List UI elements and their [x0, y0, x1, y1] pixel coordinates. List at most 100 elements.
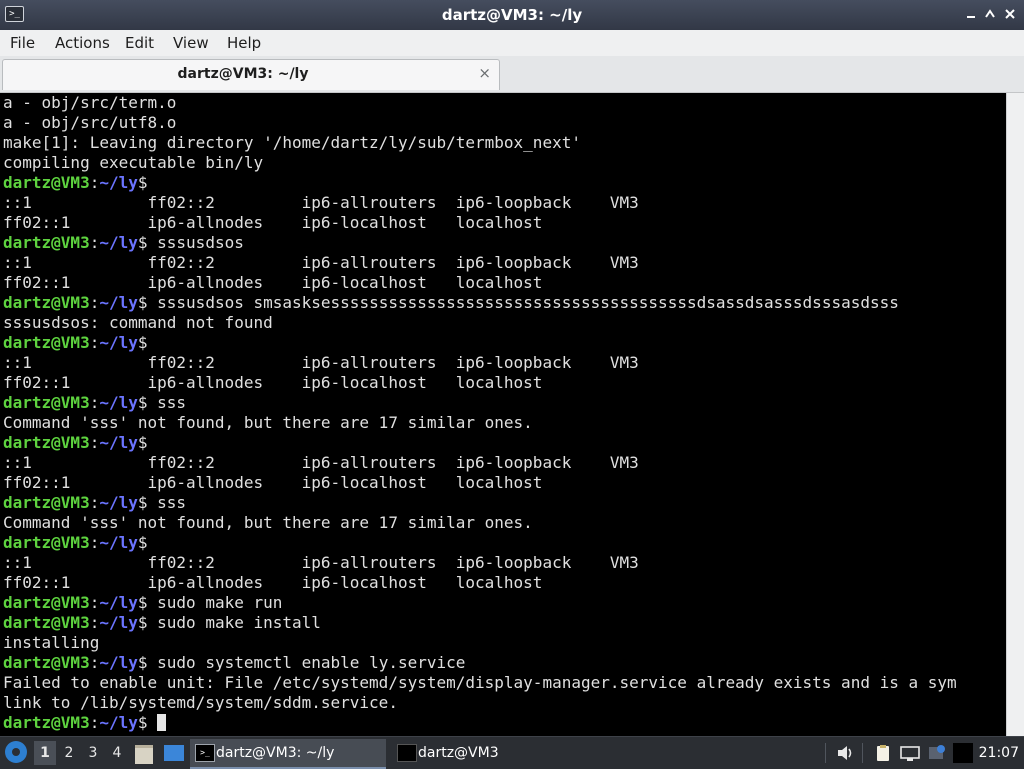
prompt-user: dartz@VM3	[3, 333, 90, 352]
menu-view[interactable]: View	[173, 34, 209, 52]
terminal-tray-icon[interactable]	[952, 743, 974, 763]
terminal-prompt-line: dartz@VM3:~/ly$	[3, 433, 148, 453]
command-text	[148, 713, 158, 732]
task-terminal-vm3[interactable]: dartz@VM3	[392, 739, 588, 767]
title-bar[interactable]: >_ dartz@VM3: ~/ly	[0, 0, 1024, 30]
terminal-output-line: ff02::1 ip6-allnodes ip6-localhost local…	[3, 373, 543, 392]
command-text: sss	[147, 493, 187, 512]
maximize-icon[interactable]	[982, 6, 998, 22]
prompt-user: dartz@VM3	[3, 173, 90, 192]
terminal-output-line: ::1 ff02::2 ip6-allrouters ip6-loopback …	[3, 453, 639, 472]
terminal-output[interactable]: a - obj/src/term.o a - obj/src/utf8.o make…	[0, 93, 1006, 736]
terminal-scrollbar[interactable]	[1006, 93, 1024, 736]
terminal-prompt-line: dartz@VM3:~/ly$	[3, 333, 148, 353]
prompt-end: $	[137, 293, 148, 312]
volume-icon[interactable]	[834, 743, 856, 763]
workspace-2[interactable]: 2	[58, 741, 80, 765]
terminal-output-line: compiling executable bin/ly	[3, 153, 264, 172]
prompt-separator: :	[89, 233, 100, 252]
prompt-path: ~/ly	[99, 613, 138, 632]
terminal-output-line: a - obj/src/term.o	[3, 93, 177, 112]
start-menu-icon[interactable]	[5, 741, 27, 763]
prompt-separator: :	[89, 293, 100, 312]
prompt-user: dartz@VM3	[3, 713, 90, 732]
terminal-prompt-line: dartz@VM3:~/ly$	[3, 173, 148, 193]
task-label: dartz@VM3: ~/ly	[216, 745, 335, 761]
terminal-output-line: ff02::1 ip6-allnodes ip6-localhost local…	[3, 473, 543, 492]
terminal-output-line: installing	[3, 633, 100, 652]
prompt-separator: :	[89, 653, 100, 672]
prompt-path: ~/ly	[99, 493, 138, 512]
update-notifier-icon[interactable]	[926, 743, 948, 763]
clipboard-icon[interactable]	[872, 743, 894, 763]
prompt-path: ~/ly	[99, 653, 138, 672]
terminal-window: >_ dartz@VM3: ~/ly File Actions Edit Vie…	[0, 0, 1024, 736]
workspace-4[interactable]: 4	[106, 741, 128, 765]
terminal-output-line: ::1 ff02::2 ip6-allrouters ip6-loopback …	[3, 553, 639, 572]
terminal-output-line: ff02::1 ip6-allnodes ip6-localhost local…	[3, 213, 543, 232]
workspace-1[interactable]: 1	[34, 741, 56, 765]
command-text: sudo make run	[147, 593, 283, 612]
terminal-prompt-line: dartz@VM3:~/ly$	[3, 533, 148, 553]
workspace-3[interactable]: 3	[82, 741, 104, 765]
command-text: sssusdsos	[147, 233, 244, 252]
prompt-path: ~/ly	[99, 173, 138, 192]
terminal-output-line: ::1 ff02::2 ip6-allrouters ip6-loopback …	[3, 193, 639, 212]
prompt-end: $	[137, 653, 148, 672]
prompt-path: ~/ly	[99, 333, 138, 352]
task-terminal-ly[interactable]: >_ dartz@VM3: ~/ly	[190, 739, 386, 769]
tray-separator	[825, 743, 826, 763]
menu-edit[interactable]: Edit	[125, 34, 154, 52]
menu-actions[interactable]: Actions	[55, 34, 110, 52]
close-icon[interactable]	[1002, 6, 1018, 22]
prompt-separator: :	[89, 613, 100, 632]
prompt-path: ~/ly	[99, 433, 138, 452]
prompt-end: $	[137, 433, 148, 452]
prompt-path: ~/ly	[99, 233, 138, 252]
prompt-separator: :	[89, 533, 100, 552]
network-icon[interactable]	[898, 743, 922, 763]
terminal-output-line: Command 'sss' not found, but there are 1…	[3, 413, 533, 432]
terminal-prompt-line: dartz@VM3:~/ly$ sss	[3, 393, 186, 413]
terminal-output-line: sssusdsos: command not found	[3, 313, 273, 332]
tab-close-icon[interactable]: ×	[478, 64, 491, 82]
terminal-prompt-line: dartz@VM3:~/ly$ sssusdsos	[3, 233, 244, 253]
text-cursor	[157, 714, 167, 731]
prompt-separator: :	[89, 713, 100, 732]
terminal-prompt-line: dartz@VM3:~/ly$ sssusdsos smsasksessssss…	[3, 293, 899, 313]
prompt-path: ~/ly	[99, 293, 138, 312]
prompt-path: ~/ly	[99, 393, 138, 412]
terminal-output-line: Command 'sss' not found, but there are 1…	[3, 513, 533, 532]
prompt-user: dartz@VM3	[3, 533, 90, 552]
prompt-end: $	[137, 533, 148, 552]
prompt-separator: :	[89, 333, 100, 352]
minimize-icon[interactable]	[963, 6, 979, 22]
prompt-end: $	[137, 173, 148, 192]
prompt-end: $	[137, 233, 148, 252]
prompt-user: dartz@VM3	[3, 613, 90, 632]
prompt-user: dartz@VM3	[3, 493, 90, 512]
menu-help[interactable]: Help	[227, 34, 261, 52]
prompt-end: $	[137, 713, 148, 732]
menu-bar: File Actions Edit View Help	[0, 30, 1024, 56]
prompt-user: dartz@VM3	[3, 653, 90, 672]
command-text: sss	[147, 393, 187, 412]
clock[interactable]: 21:07	[979, 743, 1019, 763]
tab-terminal[interactable]: dartz@VM3: ~/ly ×	[2, 59, 500, 90]
prompt-end: $	[137, 333, 148, 352]
command-text: sudo systemctl enable ly.service	[147, 653, 466, 672]
menu-file[interactable]: File	[10, 34, 35, 52]
prompt-end: $	[137, 493, 148, 512]
tab-label: dartz@VM3: ~/ly	[177, 66, 309, 82]
terminal-prompt-line: dartz@VM3:~/ly$	[3, 713, 167, 733]
prompt-end: $	[137, 593, 148, 612]
prompt-separator: :	[89, 493, 100, 512]
prompt-separator: :	[89, 173, 100, 192]
show-desktop-icon[interactable]	[164, 745, 184, 761]
file-manager-icon[interactable]	[135, 745, 153, 764]
command-text: sssusdsos smsasksessssssssssssssssssssss…	[147, 293, 899, 312]
prompt-separator: :	[89, 433, 100, 452]
terminal-task-icon	[397, 744, 417, 762]
terminal-prompt-line: dartz@VM3:~/ly$ sudo make run	[3, 593, 282, 613]
prompt-end: $	[137, 393, 148, 412]
